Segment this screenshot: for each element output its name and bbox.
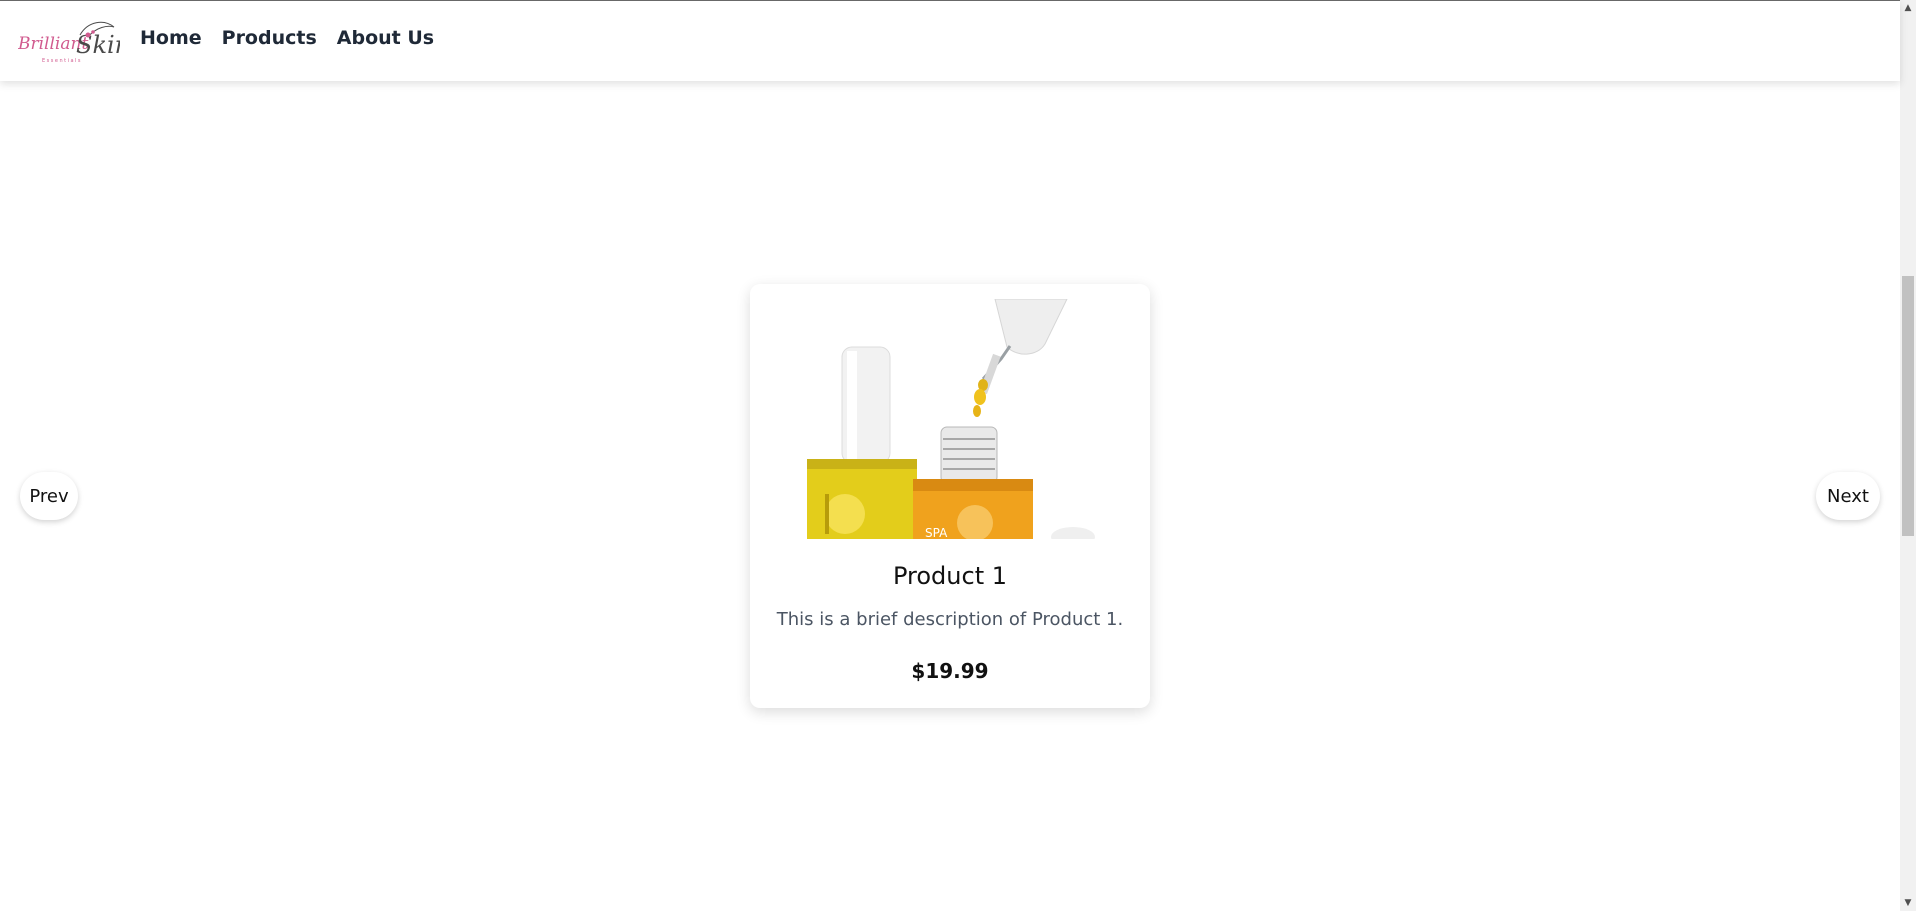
serum-bottles-image: SPA [807,299,1095,539]
page: Brilliant Skin Essentials Home Products … [0,0,1916,911]
brand-logo[interactable]: Brilliant Skin Essentials [17,19,130,65]
vertical-scrollbar[interactable]: ▲ ▼ [1900,0,1916,911]
nav-home[interactable]: Home [140,25,202,51]
product-description: This is a brief description of Product 1… [776,609,1124,630]
navbar: Brilliant Skin Essentials Home Products … [0,1,1900,81]
carousel-prev-button[interactable]: Prev [20,472,78,520]
scroll-up-arrow-icon[interactable]: ▲ [1900,0,1916,16]
scrollbar-thumb[interactable] [1902,276,1914,536]
product-title[interactable]: Product 1 [750,562,1150,590]
nav-products[interactable]: Products [222,25,317,51]
brand-logo-icon: Brilliant Skin Essentials [17,21,130,64]
carousel-next-button[interactable]: Next [1816,472,1880,520]
svg-text:Skin: Skin [76,31,120,59]
svg-text:SPA: SPA [925,526,948,539]
product-image: SPA [805,299,1095,539]
scroll-down-arrow-icon[interactable]: ▼ [1900,895,1916,911]
nav-about-us[interactable]: About Us [337,25,434,51]
product-card[interactable]: SPA Product 1 This is a brief descriptio… [750,284,1150,708]
svg-text:Essentials: Essentials [42,58,82,64]
product-price: $19.99 [911,659,989,683]
main-nav: Home Products About Us [140,25,434,51]
